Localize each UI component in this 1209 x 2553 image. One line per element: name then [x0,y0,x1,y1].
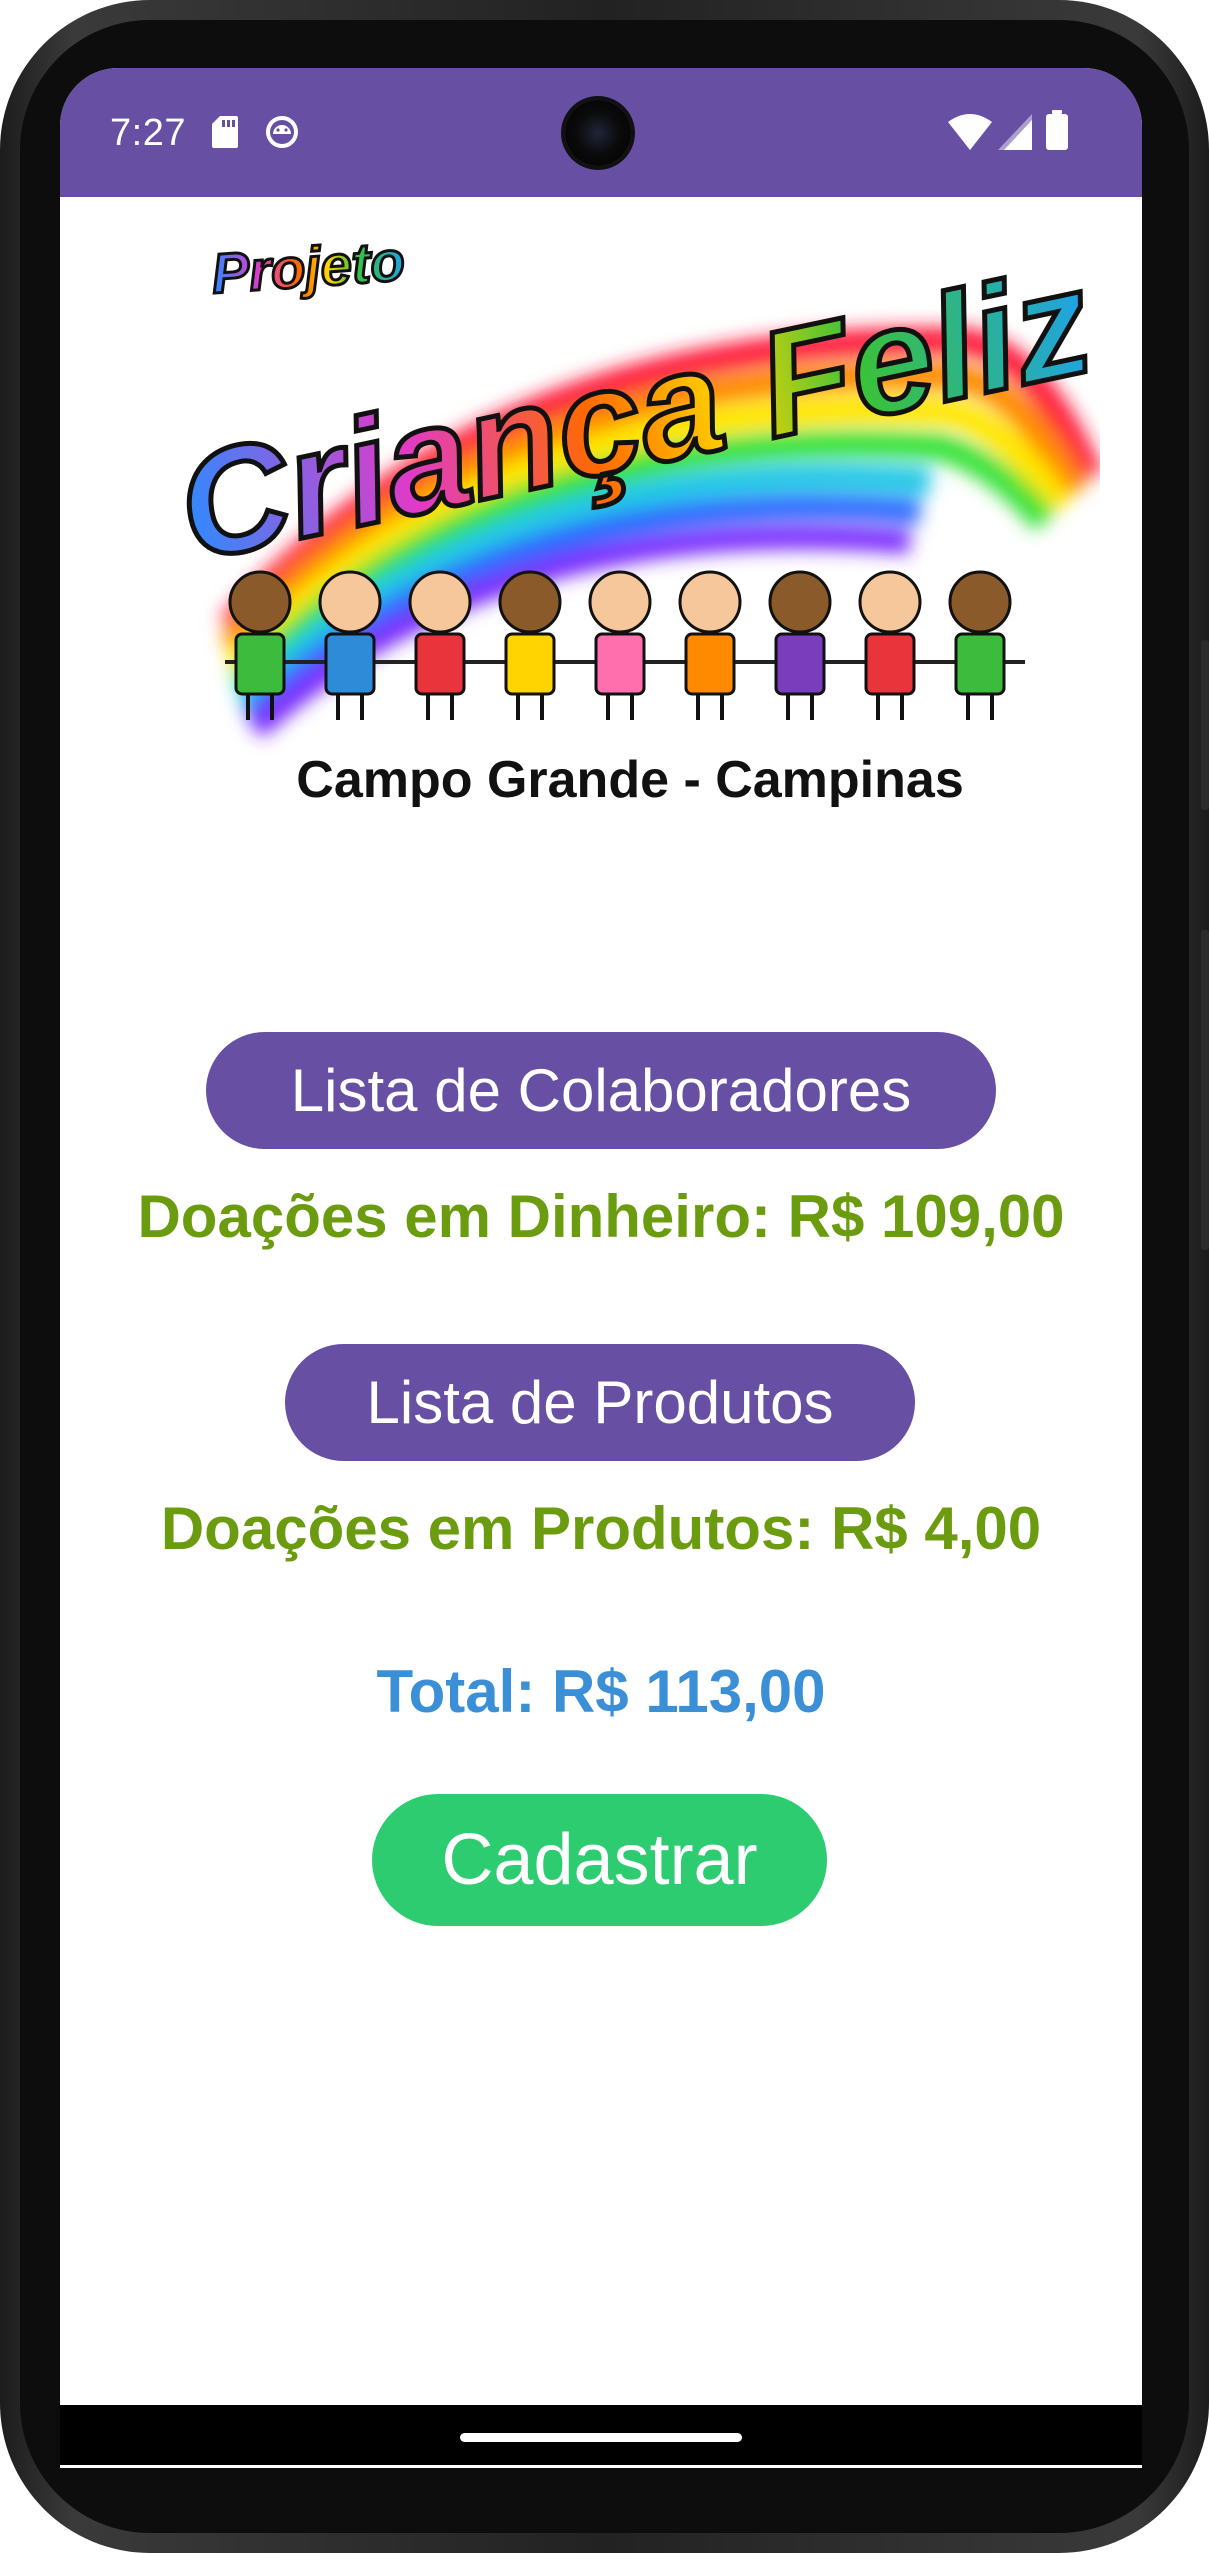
sd-card-icon [212,116,238,153]
children-illustration [225,570,1025,720]
navigation-bar [60,2405,1142,2465]
project-logo: Projeto Criança Feliz Campo Grande - Cam… [162,227,1100,807]
money-donations-text: Doações em Dinheiro: R$ 109,00 [137,1183,1065,1250]
product-donations-text: Doações em Produtos: R$ 4,00 [160,1495,1042,1562]
wifi-icon [948,114,992,155]
main-content: Projeto Criança Feliz Campo Grande - Cam… [60,197,1142,2468]
logo-subtitle-text: Campo Grande - Campinas [296,751,963,807]
status-time: 7:27 [110,112,186,154]
produtos-list-button[interactable]: Lista de Produtos [285,1344,915,1461]
android-debug-icon [265,115,299,154]
home-gesture-handle[interactable] [460,2433,742,2442]
logo-projeto-text: Projeto [210,229,407,305]
screen: 7:27 Projeto Criança Feliz Campo Grande … [60,68,1142,2468]
volume-button [1201,930,1209,1250]
colaboradores-list-button[interactable]: Lista de Colaboradores [206,1032,996,1149]
power-button [1201,640,1209,810]
total-text: Total: R$ 113,00 [376,1658,826,1725]
device-frame: 7:27 Projeto Criança Feliz Campo Grande … [0,0,1209,2553]
front-camera [565,100,631,166]
cell-signal-icon [998,114,1032,155]
status-bar: 7:27 [60,68,1142,197]
battery-icon [1046,110,1068,155]
cadastrar-button[interactable]: Cadastrar [372,1794,827,1926]
